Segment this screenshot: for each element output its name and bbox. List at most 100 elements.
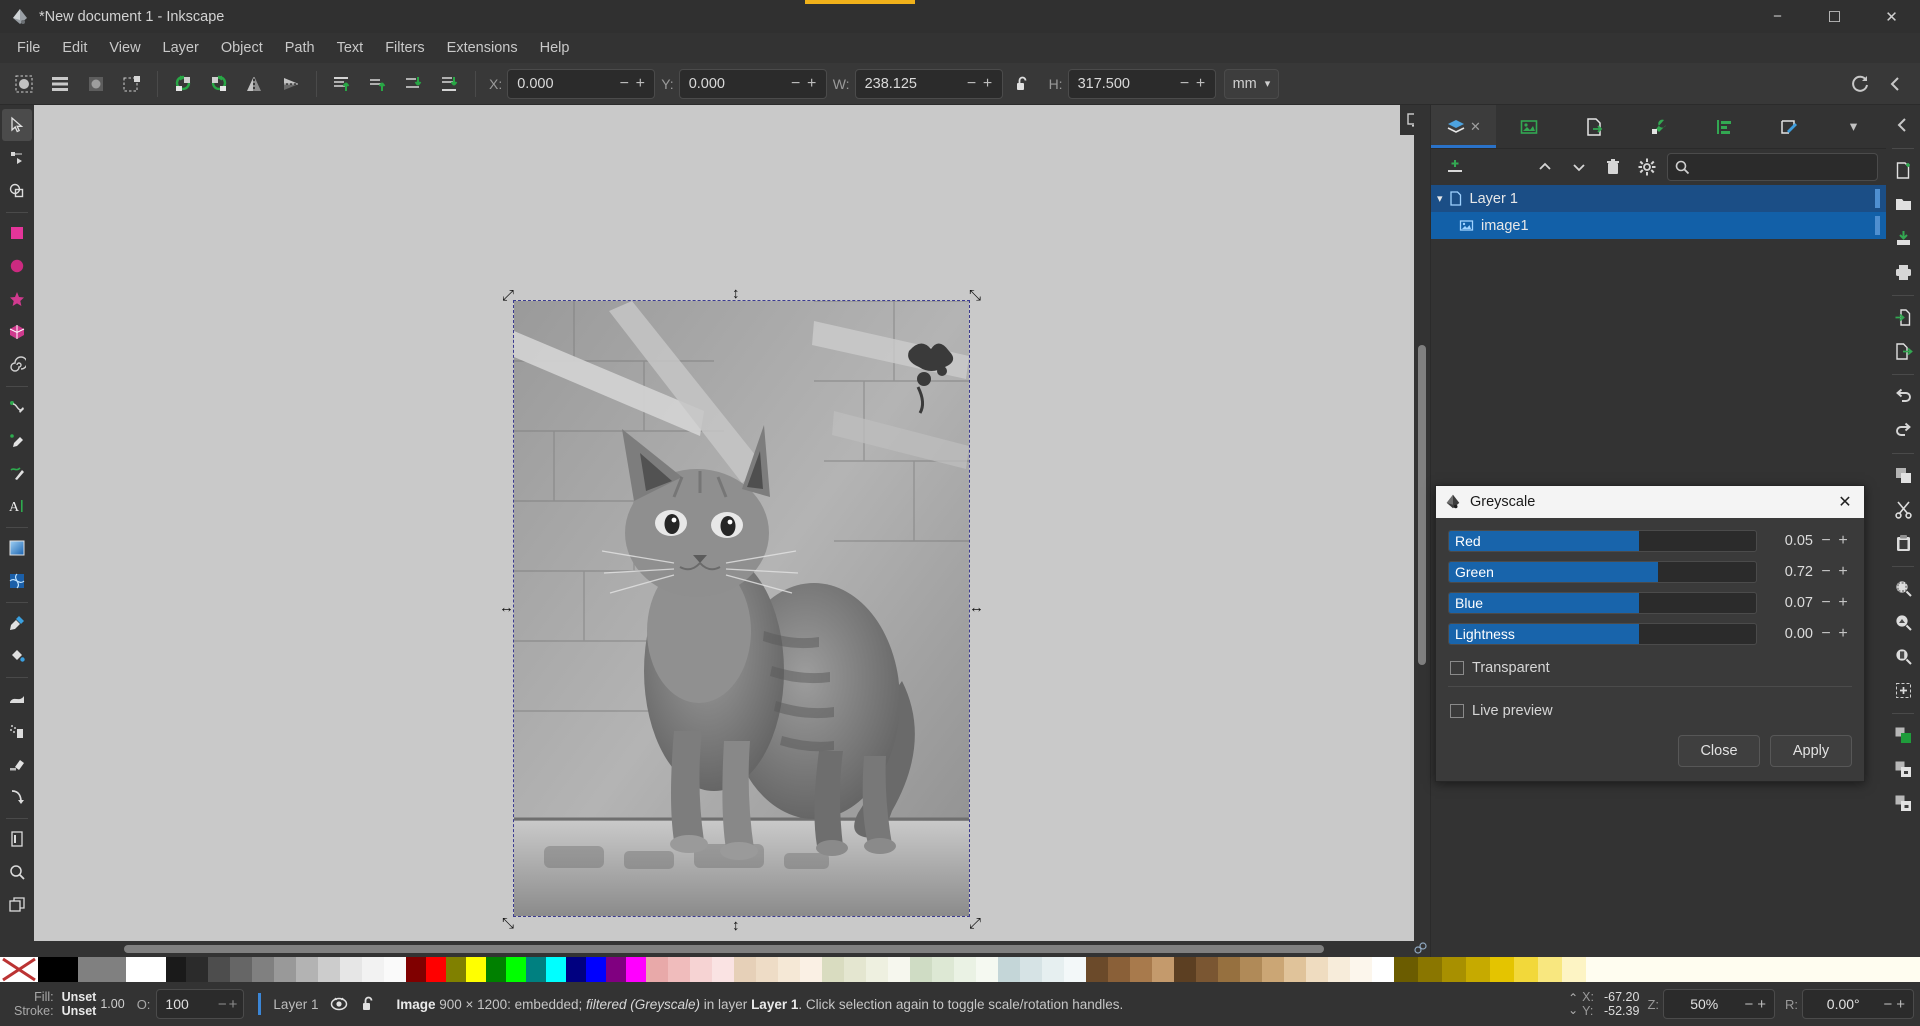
palette-swatch[interactable] bbox=[340, 957, 362, 982]
mesh-gradient-tool[interactable] bbox=[2, 565, 32, 597]
layer-expander-icon[interactable]: ▾ bbox=[1437, 192, 1443, 205]
rotate-plus[interactable]: + bbox=[1896, 996, 1905, 1013]
red-slider[interactable]: Red bbox=[1448, 530, 1757, 552]
scale-handle-nw[interactable]: ⤢ bbox=[502, 288, 514, 303]
red-value[interactable]: 0.05 bbox=[1757, 533, 1819, 549]
palette-swatch[interactable] bbox=[1514, 957, 1538, 982]
blue-plus[interactable]: + bbox=[1836, 594, 1850, 612]
select-same-icon[interactable] bbox=[114, 67, 150, 101]
lower-icon[interactable] bbox=[396, 67, 432, 101]
blue-minus[interactable]: − bbox=[1819, 594, 1833, 612]
palette-swatch[interactable] bbox=[1418, 957, 1442, 982]
palette-swatch[interactable] bbox=[1020, 957, 1042, 982]
menu-view[interactable]: View bbox=[98, 36, 151, 60]
tab-close-icon[interactable]: ✕ bbox=[1470, 119, 1481, 135]
palette-swatch[interactable] bbox=[712, 957, 734, 982]
live-preview-checkbox-row[interactable]: Live preview bbox=[1448, 689, 1852, 723]
lightness-slider[interactable]: Lightness bbox=[1448, 623, 1757, 645]
minimize-button[interactable]: − bbox=[1749, 0, 1806, 33]
palette-swatch[interactable] bbox=[778, 957, 800, 982]
print-icon[interactable] bbox=[1888, 256, 1918, 288]
scale-handle-ne[interactable]: ⤡ bbox=[969, 288, 981, 303]
close-button[interactable]: ✕ bbox=[1863, 0, 1920, 33]
xml-editor-icon[interactable] bbox=[1888, 787, 1918, 819]
raise-to-top-icon[interactable] bbox=[324, 67, 360, 101]
palette-swatch[interactable] bbox=[668, 957, 690, 982]
add-layer-icon[interactable] bbox=[1439, 153, 1471, 181]
opacity-stepper[interactable]: − + bbox=[218, 996, 244, 1013]
menu-edit[interactable]: Edit bbox=[51, 36, 98, 60]
close-button[interactable]: Close bbox=[1678, 735, 1760, 767]
green-plus[interactable]: + bbox=[1836, 563, 1850, 581]
rotate-cw-icon[interactable] bbox=[201, 67, 237, 101]
unlocked-padlock-icon[interactable] bbox=[1005, 67, 1041, 101]
palette-swatch[interactable] bbox=[1490, 957, 1514, 982]
tab-align[interactable] bbox=[1691, 105, 1756, 148]
duplicate-icon[interactable] bbox=[1888, 459, 1918, 491]
live-preview-checkbox[interactable] bbox=[1450, 704, 1464, 718]
collapse-dock-icon[interactable] bbox=[1888, 109, 1918, 141]
palette-swatch[interactable] bbox=[166, 957, 186, 982]
palette-swatch[interactable] bbox=[526, 957, 546, 982]
green-minus[interactable]: − bbox=[1819, 563, 1833, 581]
palette-swatch[interactable] bbox=[1328, 957, 1350, 982]
reset-transform-icon[interactable] bbox=[1842, 67, 1878, 101]
drawing-canvas[interactable]: ⤢ ↕ ⤡ ↔ ↔ ⤡ ↕ ⤢ bbox=[34, 105, 1430, 957]
palette-swatch[interactable] bbox=[318, 957, 340, 982]
palette-swatch[interactable] bbox=[1372, 957, 1394, 982]
zoom-page-icon[interactable] bbox=[1888, 640, 1918, 672]
palette-swatch[interactable] bbox=[1350, 957, 1372, 982]
w-stepper[interactable]: − + bbox=[965, 75, 1002, 93]
menu-text[interactable]: Text bbox=[326, 36, 375, 60]
green-stepper[interactable]: − + bbox=[1819, 563, 1852, 581]
scale-handle-w[interactable]: ↔ bbox=[499, 600, 514, 615]
x-spinbox[interactable]: 0.000 − + bbox=[507, 68, 656, 99]
palette-swatch[interactable] bbox=[586, 957, 606, 982]
maximize-button[interactable]: ☐ bbox=[1806, 0, 1863, 33]
selected-image-object[interactable]: ⤢ ↕ ⤡ ↔ ↔ ⤡ ↕ ⤢ bbox=[499, 286, 984, 933]
x-plus[interactable]: + bbox=[633, 75, 647, 93]
palette-swatch[interactable] bbox=[1262, 957, 1284, 982]
x-value[interactable]: 0.000 bbox=[508, 76, 617, 92]
canvas-horizontal-scrollbar[interactable] bbox=[34, 941, 1414, 957]
scale-handle-s[interactable]: ↕ bbox=[732, 918, 740, 933]
menu-extensions[interactable]: Extensions bbox=[436, 36, 529, 60]
zoom-minus[interactable]: − bbox=[1744, 996, 1753, 1013]
h-plus[interactable]: + bbox=[1194, 75, 1208, 93]
palette-swatch[interactable] bbox=[186, 957, 208, 982]
pages-tool[interactable] bbox=[2, 823, 32, 855]
canvas-vertical-scrollbar[interactable] bbox=[1414, 105, 1430, 941]
zoom-tool[interactable] bbox=[2, 856, 32, 888]
blue-slider[interactable]: Blue bbox=[1448, 592, 1757, 614]
pen-tool[interactable] bbox=[2, 391, 32, 423]
red-plus[interactable]: + bbox=[1836, 532, 1850, 550]
collapse-panel-icon[interactable] bbox=[1878, 67, 1914, 101]
star-tool[interactable] bbox=[2, 283, 32, 315]
raise-layer-icon[interactable] bbox=[1529, 153, 1561, 181]
rotate-ccw-icon[interactable] bbox=[165, 67, 201, 101]
palette-swatch[interactable] bbox=[1586, 957, 1920, 982]
scale-handle-sw[interactable]: ⤡ bbox=[502, 916, 514, 931]
lower-to-bottom-icon[interactable] bbox=[432, 67, 468, 101]
palette-swatch[interactable] bbox=[296, 957, 318, 982]
panel-tabs-overflow[interactable]: ▾ bbox=[1821, 105, 1886, 148]
stroke-width-value[interactable]: 1.00 bbox=[100, 997, 124, 1011]
boolean-ops-tool[interactable] bbox=[2, 175, 32, 207]
zoom-stepper[interactable]: − + bbox=[1744, 996, 1774, 1013]
h-value[interactable]: 317.500 bbox=[1069, 76, 1178, 92]
trash-icon[interactable] bbox=[1597, 153, 1629, 181]
dropper-tool[interactable] bbox=[2, 607, 32, 639]
color-palette[interactable] bbox=[0, 957, 1920, 982]
palette-swatch[interactable] bbox=[822, 957, 844, 982]
palette-swatch[interactable] bbox=[910, 957, 932, 982]
y-spinbox[interactable]: 0.000 − + bbox=[678, 68, 827, 99]
palette-swatch[interactable] bbox=[1284, 957, 1306, 982]
layer-row-layer1[interactable]: ▾ Layer 1 bbox=[1431, 185, 1886, 212]
statusbar-scroll-arrows[interactable]: ⌃ ⌄ bbox=[1568, 992, 1578, 1016]
x-minus[interactable]: − bbox=[617, 75, 631, 93]
palette-swatch[interactable] bbox=[78, 957, 126, 982]
redo-icon[interactable] bbox=[1888, 414, 1918, 446]
fill-stroke-icon[interactable] bbox=[1888, 719, 1918, 751]
h-minus[interactable]: − bbox=[1178, 75, 1192, 93]
greyscale-dialog[interactable]: Greyscale ✕ Red 0.05 − + Green 0.72 − + … bbox=[1435, 485, 1865, 782]
